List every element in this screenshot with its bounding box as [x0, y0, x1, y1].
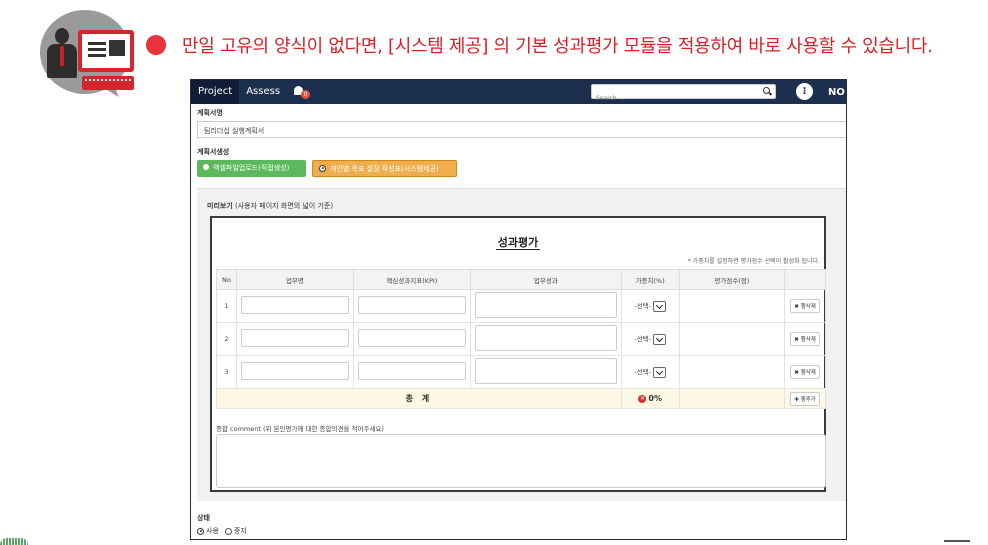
score-cell	[678, 322, 786, 356]
comment-textarea[interactable]	[216, 434, 826, 488]
row-number: 2	[216, 322, 237, 356]
preview-panel: 미리보기 (사용자 페이지 화면의 넓이 기준) 성과평가 * 가중치를 설정하…	[197, 188, 846, 501]
status-stop-label: 중지	[233, 527, 247, 535]
table-row: 1 -선택- ✖ 행삭제	[216, 289, 826, 323]
status-active-label: 사용	[206, 527, 219, 535]
plan-name-label: 계획서명	[197, 109, 223, 117]
headline: 만일 고유의 양식이 없다면, [시스템 제공] 의 기본 성과평가 모듈을 적…	[146, 32, 933, 58]
chevron-down-icon	[653, 366, 667, 378]
row-number: 1	[216, 289, 237, 323]
search-box	[591, 84, 776, 105]
weight-select[interactable]: -선택-	[634, 366, 667, 378]
chevron-down-icon	[653, 333, 667, 345]
error-icon: ✕	[638, 395, 647, 403]
table-row: 3 -선택- ✖ 행삭제	[216, 355, 826, 389]
corner-decoration-right	[944, 540, 970, 542]
monitor-icon	[78, 30, 134, 72]
total-weight-percent: 0%	[648, 394, 662, 403]
delete-row-button[interactable]: ✖ 행삭제	[790, 332, 820, 346]
excel-upload-button[interactable]: 엑셀파일업로드(직접생성)	[197, 160, 306, 177]
notification-badge: 0	[301, 90, 311, 99]
presenter-illustration	[40, 10, 150, 102]
radio-selected-icon	[319, 164, 326, 172]
brand-text: NO	[828, 87, 845, 98]
person-icon	[55, 28, 69, 44]
col-no: No	[216, 269, 237, 290]
total-label: 총 계	[405, 394, 433, 403]
tab-project[interactable]: Project	[191, 80, 240, 104]
total-row: 총 계 ✕ 0% ✚ 행추가	[216, 388, 826, 409]
col-actions	[784, 269, 826, 290]
radio-icon	[203, 164, 209, 170]
delete-row-button[interactable]: ✖ 행삭제	[790, 365, 820, 379]
status-active-radio[interactable]	[197, 527, 204, 535]
table-header-row: No 업무명 핵심성과지표(KPI) 업무성과 가중치(%) 평가점수(점)	[216, 269, 826, 290]
task-name-input[interactable]	[240, 362, 349, 380]
comment-label: 종합 comment (위 본인평가에 대한 종합의견을 적어주세요)	[216, 425, 384, 433]
corner-decoration	[0, 538, 28, 545]
more-menu-button[interactable]: ⁝	[796, 83, 813, 100]
table-row: 2 -선택- ✖ 행삭제	[216, 322, 826, 356]
performance-textarea[interactable]	[474, 325, 617, 351]
preview-label: 미리보기 (사용자 페이지 화면의 넓이 기준)	[207, 202, 334, 210]
performance-textarea[interactable]	[474, 358, 617, 384]
row-number: 3	[216, 355, 237, 389]
headline-text: 만일 고유의 양식이 없다면, [시스템 제공] 의 기본 성과평가 모듈을 적…	[182, 36, 933, 57]
sheet-title: 성과평가	[495, 236, 541, 250]
evaluation-table: No 업무명 핵심성과지표(KPI) 업무성과 가중치(%) 평가점수(점) 1	[216, 269, 826, 409]
performance-textarea[interactable]	[474, 292, 617, 318]
bullet-dot-icon	[146, 35, 166, 55]
weight-select[interactable]: -선택-	[634, 300, 667, 312]
search-input[interactable]	[592, 92, 752, 105]
task-name-input[interactable]	[240, 296, 349, 314]
col-task-name: 업무명	[235, 269, 354, 290]
score-cell	[678, 355, 786, 389]
col-score: 평가점수(점)	[678, 269, 786, 290]
kpi-input[interactable]	[357, 296, 466, 314]
evaluation-sheet: 성과평가 * 가중치를 설정하면 평가점수 선택이 활성화 됩니다. No 업무…	[210, 216, 826, 492]
status-stop-radio[interactable]	[224, 527, 232, 535]
search-icon[interactable]	[763, 87, 770, 94]
col-weight: 가중치(%)	[620, 269, 680, 290]
status-label: 상태	[197, 514, 210, 522]
app-window: Project Assess 0 ⁝ NO 계획서명 팀리더십 실행계획서 계획…	[190, 79, 847, 540]
task-name-input[interactable]	[240, 329, 349, 347]
plan-name-field[interactable]: 팀리더십 실행계획서	[197, 121, 846, 138]
plan-creation-label: 계획서생성	[197, 148, 230, 156]
keyboard-icon	[82, 76, 134, 90]
add-row-button[interactable]: ✚ 행추가	[790, 391, 820, 406]
slide-page: 만일 고유의 양식이 없다면, [시스템 제공] 의 기본 성과평가 모듈을 적…	[0, 0, 988, 545]
top-navbar: Project Assess 0 ⁝ NO	[191, 80, 846, 105]
weight-note: * 가중치를 설정하면 평가점수 선택이 활성화 됩니다.	[687, 258, 820, 265]
score-cell	[678, 289, 786, 323]
notification-bell-icon[interactable]: 0	[293, 85, 311, 99]
kpi-input[interactable]	[357, 362, 466, 380]
kpi-input[interactable]	[357, 329, 466, 347]
chevron-down-icon	[653, 300, 667, 312]
delete-row-button[interactable]: ✖ 행삭제	[790, 299, 820, 313]
tab-assess[interactable]: Assess	[239, 80, 287, 104]
status-radio-group: 사용 중지	[197, 526, 247, 536]
weight-select[interactable]: -선택-	[634, 333, 667, 345]
system-template-button[interactable]: 개인별 목표 설정 작성표(시스템제공)	[312, 160, 457, 177]
col-kpi: 핵심성과지표(KPI)	[352, 269, 471, 290]
col-performance: 업무성과	[469, 269, 622, 290]
